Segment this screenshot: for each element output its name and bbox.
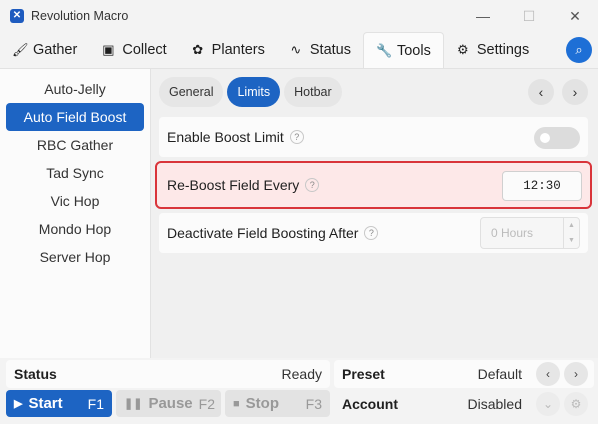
subtab-limits[interactable]: Limits <box>227 77 281 107</box>
tab-status[interactable]: ∿ Status <box>277 32 363 68</box>
pause-label: Pause <box>148 395 193 412</box>
tab-status-label: Status <box>309 42 351 58</box>
pause-button[interactable]: ❚❚ Pause F2 <box>116 390 221 417</box>
sidebar-item-vic-hop[interactable]: Vic Hop <box>6 187 144 215</box>
preset-next-button[interactable]: › <box>564 362 588 386</box>
stop-label: Stop <box>245 395 279 412</box>
account-value[interactable]: Disabled <box>468 396 522 412</box>
start-hotkey: F1 <box>87 395 104 412</box>
title-bar: ✕ Revolution Macro — ☐ ✕ <box>0 0 598 32</box>
next-button[interactable]: › <box>562 79 588 105</box>
tab-collect[interactable]: ▣ Collect <box>89 32 178 68</box>
preset-account-panel: Preset Default Account Disabled ‹ › ⌄ ⚙ <box>334 360 594 420</box>
pulse-icon: ∿ <box>290 42 302 57</box>
subtab-hotbar[interactable]: Hotbar <box>284 77 342 107</box>
preset-value[interactable]: Default <box>478 366 522 382</box>
subtabs: General Limits Hotbar <box>159 77 342 107</box>
content-area: General Limits Hotbar ‹ › Enable Boost L… <box>151 69 598 358</box>
settings-list: Enable Boost Limit ? Re-Boost Field Ever… <box>155 117 592 257</box>
help-icon[interactable]: ? <box>289 130 304 144</box>
help-icon[interactable]: ? <box>364 226 379 240</box>
sidebar-item-server-hop[interactable]: Server Hop <box>6 243 144 271</box>
pause-hotkey: F2 <box>198 395 215 412</box>
start-label: Start <box>28 395 63 412</box>
tab-planters[interactable]: ✿ Planters <box>179 32 277 68</box>
chevron-left-icon: ‹ <box>538 84 544 100</box>
stop-icon: ■ <box>233 397 240 410</box>
play-icon: ▶ <box>14 398 23 410</box>
spinner[interactable]: ▲ ▼ <box>563 218 579 248</box>
subtab-nav: ‹ › <box>528 79 588 105</box>
preset-prev-button[interactable]: ‹ <box>536 362 560 386</box>
preset-label: Preset <box>342 366 385 382</box>
sidebar: Auto-Jelly Auto Field Boost RBC Gather T… <box>0 69 151 358</box>
tab-settings[interactable]: ⚙ Settings <box>444 32 541 68</box>
tab-planters-label: Planters <box>211 42 265 58</box>
sidebar-item-mondo-hop[interactable]: Mondo Hop <box>6 215 144 243</box>
reboost-field-every-label: Re-Boost Field Every <box>167 177 300 193</box>
tab-settings-label: Settings <box>476 42 530 58</box>
tab-tools[interactable]: 🔧 Tools <box>362 32 444 68</box>
window-title: Revolution Macro <box>31 9 129 23</box>
deactivate-after-label: Deactivate Field Boosting After <box>167 225 359 241</box>
sidebar-item-auto-jelly[interactable]: Auto-Jelly <box>6 75 144 103</box>
sidebar-item-tad-sync[interactable]: Tad Sync <box>6 159 144 187</box>
main-pane: Auto-Jelly Auto Field Boost RBC Gather T… <box>0 68 598 358</box>
deactivate-after-row: Deactivate Field Boosting After ? 0 Hour… <box>159 213 588 253</box>
start-button[interactable]: ▶ Start F1 <box>6 390 112 417</box>
spin-up-icon[interactable]: ▲ <box>564 218 579 233</box>
chest-icon: ▣ <box>102 42 115 57</box>
macro-controls: ▶ Start F1 ❚❚ Pause F2 ■ Stop F3 <box>6 390 330 417</box>
window-controls: — ☐ ✕ <box>460 0 598 32</box>
reboost-interval-input[interactable]: 12:30 <box>502 171 582 201</box>
help-icon[interactable]: ? <box>305 178 320 192</box>
sidebar-item-auto-field-boost[interactable]: Auto Field Boost <box>6 103 144 131</box>
sidebar-item-rbc-gather[interactable]: RBC Gather <box>6 131 144 159</box>
tab-collect-label: Collect <box>122 42 167 58</box>
status-row: Status Ready <box>6 360 330 388</box>
deactivate-after-input[interactable]: 0 Hours ▲ ▼ <box>480 217 580 249</box>
deactivate-after-value: 0 Hours <box>491 226 534 240</box>
chevron-left-icon: ‹ <box>546 367 550 381</box>
account-dropdown-button[interactable]: ⌄ <box>536 392 560 416</box>
search-icon: ⌕ <box>575 42 583 57</box>
account-label: Account <box>342 396 398 412</box>
main-tabs: 🖌 Gather ▣ Collect ✿ Planters ∿ Status 🔧… <box>0 32 598 68</box>
gear-icon: ⚙ <box>457 42 469 57</box>
account-settings-button[interactable]: ⚙ <box>564 392 588 416</box>
enable-boost-limit-row: Enable Boost Limit ? <box>159 117 588 157</box>
search-button[interactable]: ⌕ <box>566 37 592 63</box>
status-value: Ready <box>281 366 322 382</box>
spin-down-icon[interactable]: ▼ <box>564 233 579 248</box>
wrench-icon: 🔧 <box>375 42 393 58</box>
maximize-icon[interactable]: ☐ <box>506 0 552 32</box>
pause-icon: ❚❚ <box>124 398 143 410</box>
chevron-down-icon: ⌄ <box>542 397 554 411</box>
brush-icon: 🖌 <box>12 42 29 57</box>
tab-tools-label: Tools <box>396 42 431 59</box>
status-label: Status <box>14 366 57 382</box>
minimize-icon[interactable]: — <box>460 0 506 32</box>
enable-boost-limit-label: Enable Boost Limit <box>167 129 284 145</box>
stop-button[interactable]: ■ Stop F3 <box>225 390 330 417</box>
prev-button[interactable]: ‹ <box>528 79 554 105</box>
enable-boost-limit-toggle[interactable] <box>534 127 580 149</box>
reboost-field-every-row: Re-Boost Field Every ? 12:30 <box>155 161 592 209</box>
toggle-knob <box>540 133 550 143</box>
chevron-right-icon: › <box>572 84 578 100</box>
bottom-bar: Status Ready ▶ Start F1 ❚❚ Pause F2 ■ St… <box>0 358 598 424</box>
app-logo-icon: ✕ <box>10 9 24 23</box>
stop-hotkey: F3 <box>305 395 322 412</box>
planter-icon: ✿ <box>192 42 204 57</box>
subtab-general[interactable]: General <box>159 77 224 107</box>
close-icon[interactable]: ✕ <box>552 0 598 32</box>
gear-icon: ⚙ <box>570 397 582 411</box>
chevron-right-icon: › <box>574 367 578 381</box>
tab-gather-label: Gather <box>33 42 78 58</box>
tab-gather[interactable]: 🖌 Gather <box>0 32 89 68</box>
